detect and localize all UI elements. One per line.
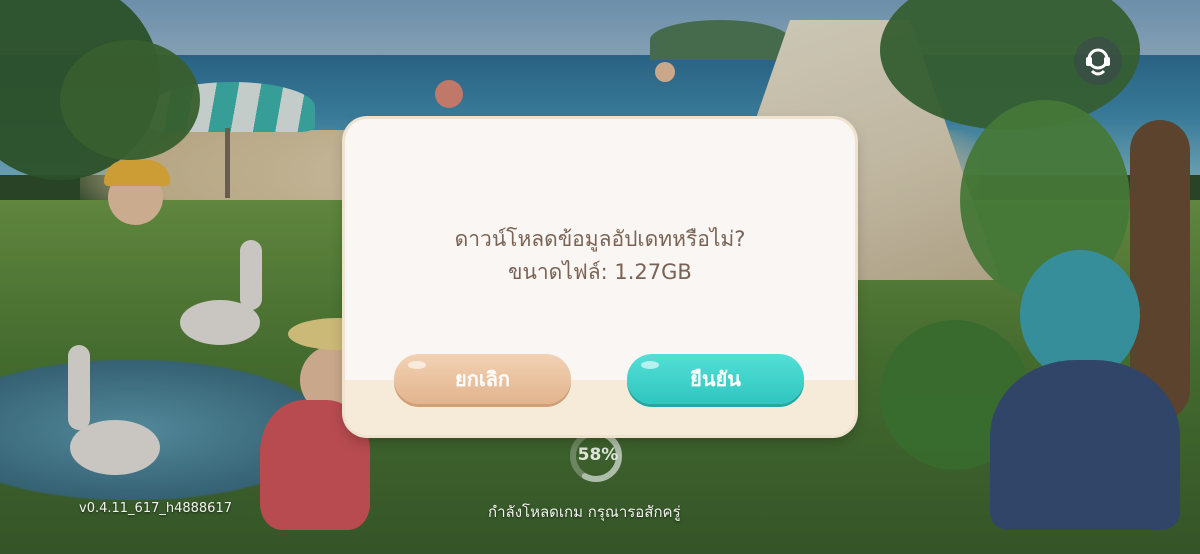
dialog-message: ดาวน์โหลดข้อมูลอัปเดทหรือไม่? ขนาดไฟล์: … xyxy=(345,223,855,289)
headset-support-icon xyxy=(1086,48,1110,76)
update-download-dialog: ดาวน์โหลดข้อมูลอัปเดทหรือไม่? ขนาดไฟล์: … xyxy=(345,119,855,435)
cancel-button-label: ยกเลิก xyxy=(454,367,511,391)
confirm-button[interactable]: ยืนยัน xyxy=(627,354,804,404)
loading-status-text: กำลังโหลดเกม กรุณารอสักครู่ xyxy=(488,503,681,521)
button-shine xyxy=(408,361,426,369)
confirm-button-label: ยืนยัน xyxy=(690,367,741,391)
dialog-file-size: ขนาดไฟล์: 1.27GB xyxy=(508,260,692,284)
button-shine xyxy=(641,361,659,369)
cancel-button[interactable]: ยกเลิก xyxy=(394,354,571,404)
loading-progress-percent: 58% xyxy=(577,445,619,465)
version-label: v0.4.11_617_h4888617 xyxy=(79,501,232,516)
customer-support-button[interactable] xyxy=(1074,37,1122,85)
dialog-question: ดาวน์โหลดข้อมูลอัปเดทหรือไม่? xyxy=(454,227,746,251)
